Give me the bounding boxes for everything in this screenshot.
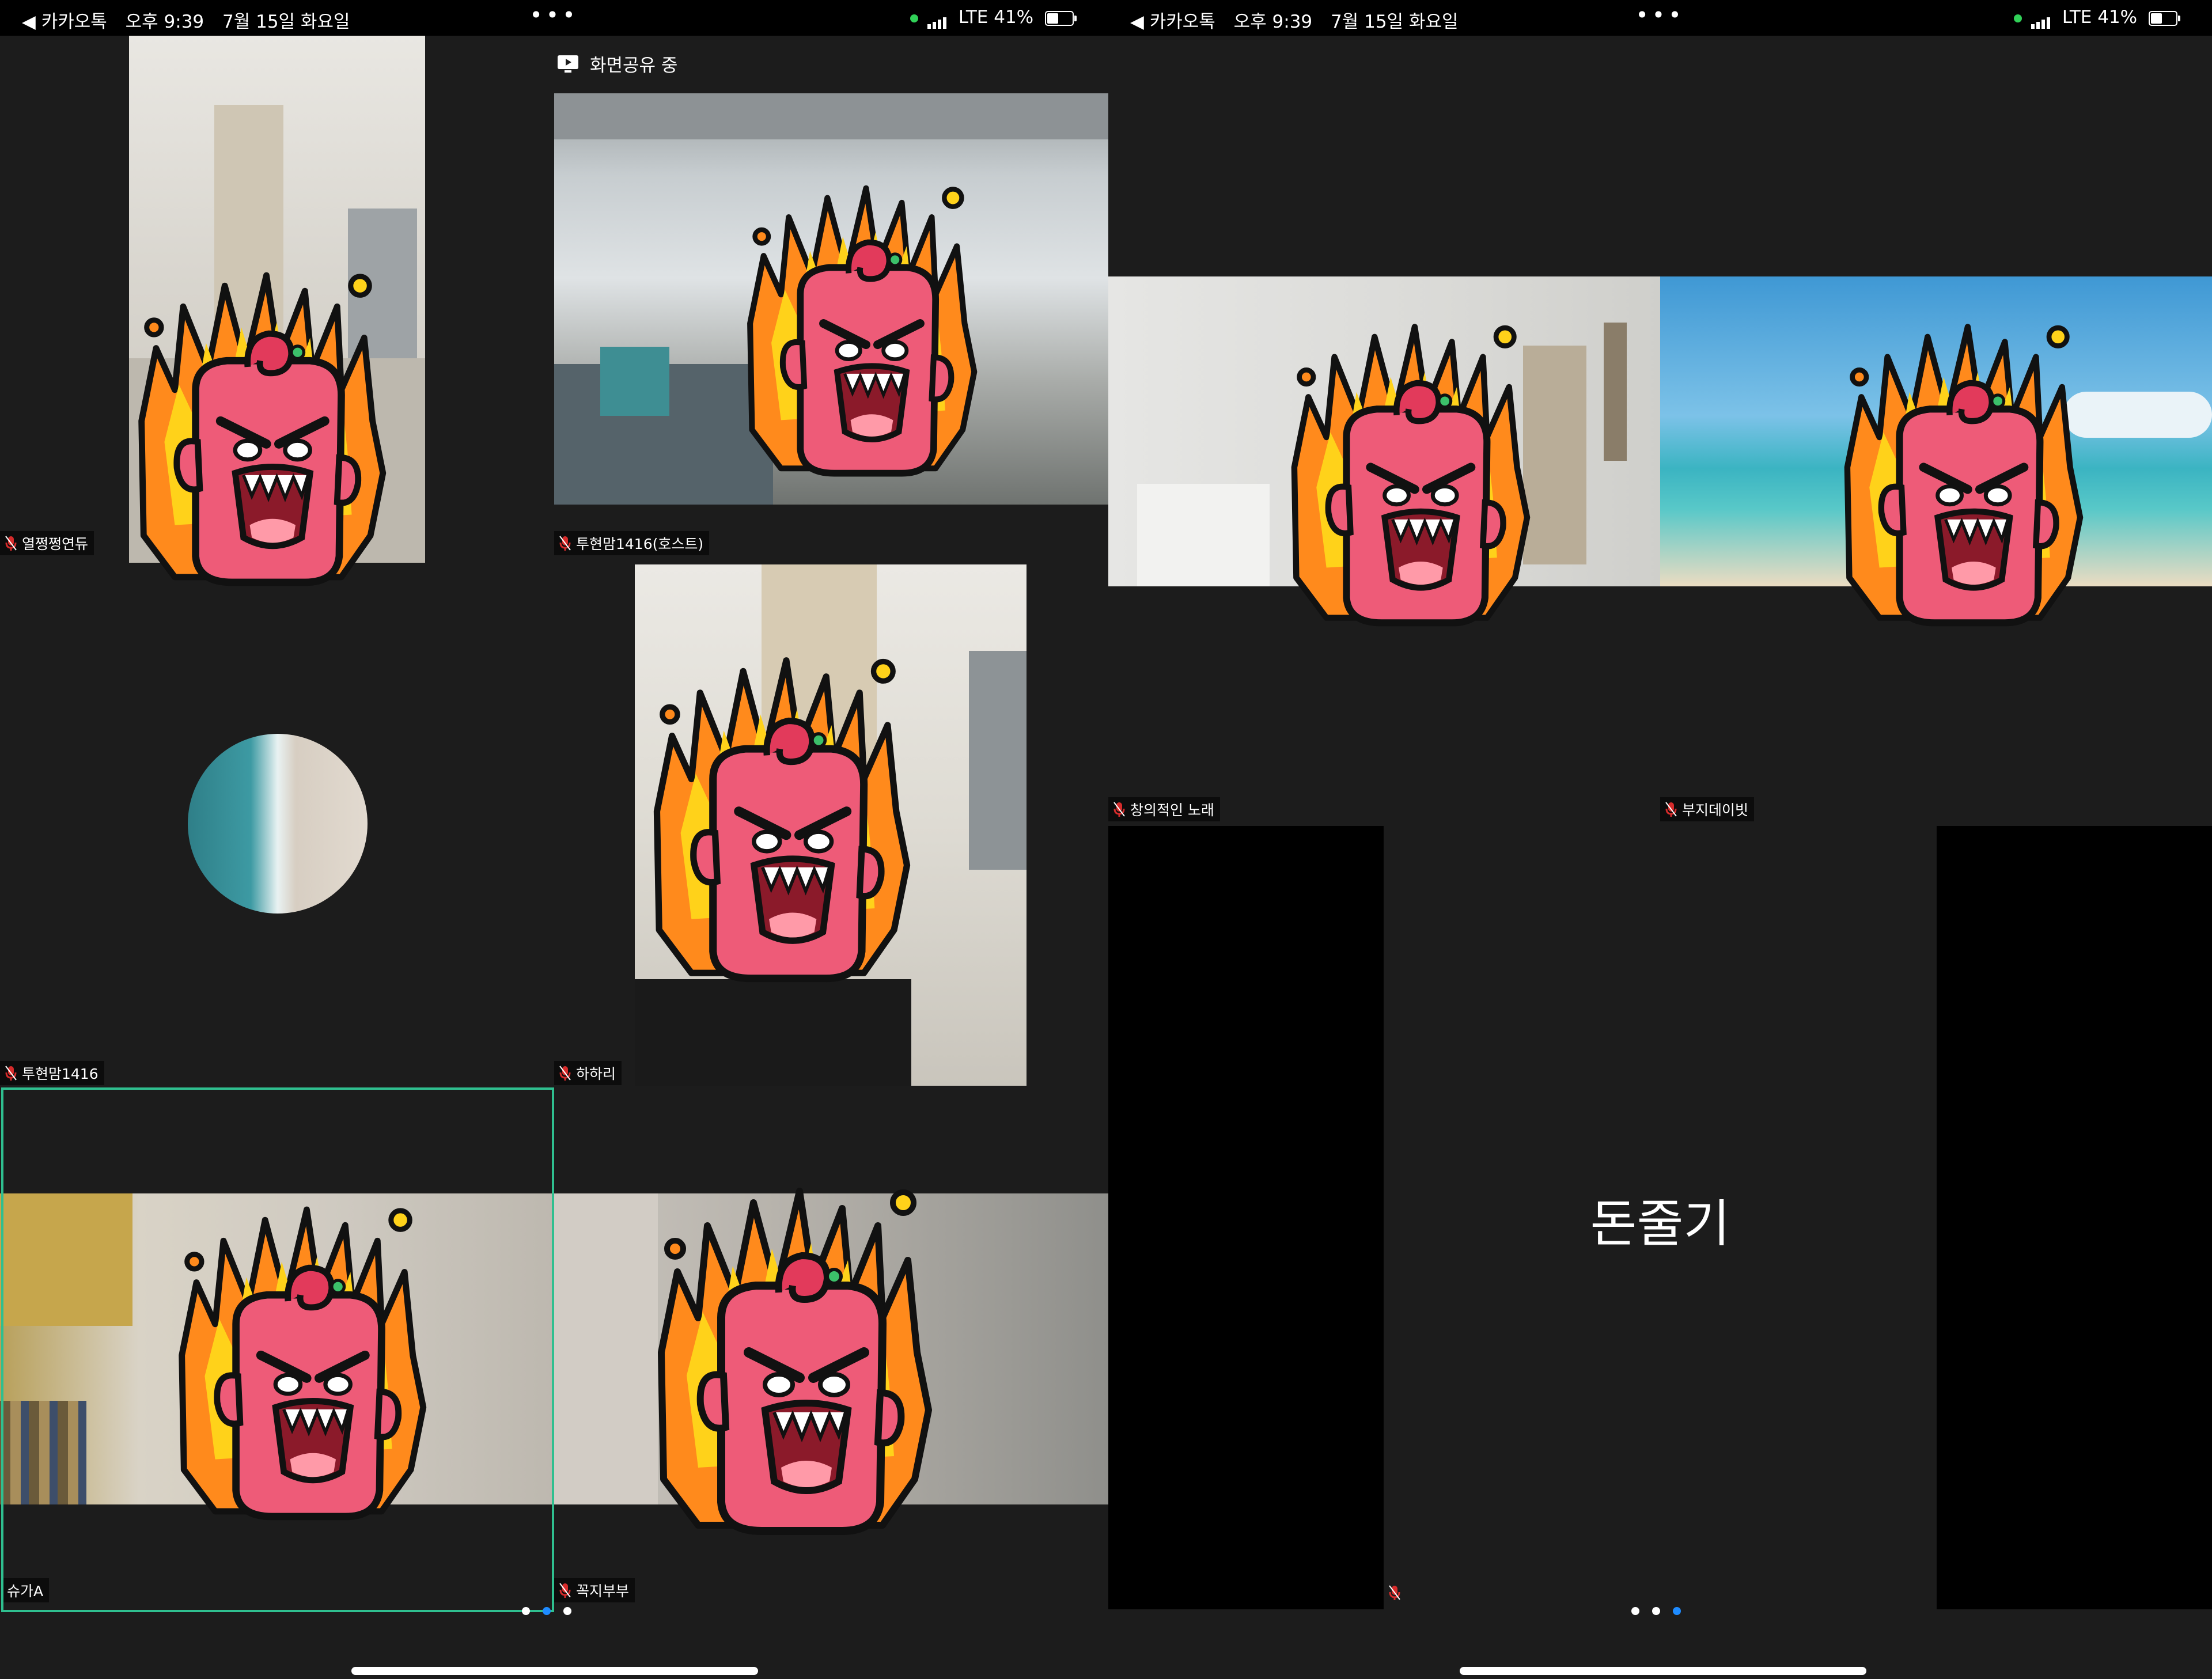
multitask-dots[interactable]: ••• (529, 2, 578, 28)
participant-tile[interactable]: 투현맘1416 (0, 564, 554, 1087)
battery-percent: 41% (2097, 7, 2138, 28)
status-time: 오후 9:39 (125, 12, 204, 32)
participant-tile[interactable]: 투현맘1416(호스트) (554, 36, 1108, 564)
screen-share-indicator[interactable]: 화면공유 중 (556, 51, 677, 77)
mic-in-use-indicator (2014, 14, 2022, 22)
page-dot[interactable] (563, 1607, 571, 1615)
participant-name-tag: 투현맘1416(호스트) (554, 531, 710, 555)
participant-name-tag: 슈가A (3, 1578, 50, 1602)
mic-muted-icon (1384, 1581, 1406, 1605)
signal-icon (927, 8, 948, 29)
participant-name: 열쩡쩡연듀 (22, 536, 89, 552)
status-bar: ◀ 카카오톡 오후 9:39 7월 15일 화요일 ••• LTE 41% (0, 0, 1108, 36)
signal-icon (2031, 8, 2052, 29)
participant-name-tag: 하하리 (554, 1061, 622, 1085)
participant-name: 슈가A (7, 1583, 44, 1600)
empty-region-right (1937, 826, 2212, 1609)
participant-tile[interactable]: 부지데이빗 (1660, 36, 2212, 826)
mic-muted-icon (0, 1061, 22, 1085)
participant-name-tag: 꼭지부부 (554, 1578, 635, 1602)
participant-name: 투현맘1416 (22, 1066, 99, 1082)
battery-icon (2149, 10, 2180, 26)
page-dot[interactable] (1631, 1607, 1639, 1615)
mic-muted-icon (554, 1578, 576, 1602)
participant-name: 부지데이빗 (1682, 802, 1749, 818)
home-indicator[interactable] (351, 1667, 758, 1675)
participant-name: 창의적인 노래 (1130, 802, 1214, 818)
page-dot-active[interactable] (1673, 1607, 1681, 1615)
participant-name-tag: 열쩡쩡연듀 (0, 531, 94, 555)
participant-name-tag: 창의적인 노래 (1108, 797, 1220, 821)
back-to-app-link[interactable]: ◀ 카카오톡 (1130, 12, 1215, 32)
active-speaker-border (1, 1087, 554, 1612)
screen-share-icon (558, 55, 578, 73)
home-indicator[interactable] (1460, 1667, 1866, 1675)
network-type: LTE (958, 7, 988, 28)
participant-tile-active-speaker[interactable]: 슈가A (0, 1087, 554, 1612)
fire-avatar-sticker (1251, 317, 1562, 628)
participant-name: 꼭지부부 (576, 1583, 630, 1600)
participant-profile-image (188, 734, 368, 914)
participant-tile[interactable]: 꼭지부부 (554, 1087, 1108, 1610)
empty-region-left (1108, 826, 1384, 1609)
screen-share-label: 화면공유 중 (590, 55, 678, 76)
participant-name-tag: 투현맘1416 (0, 1061, 104, 1085)
fire-avatar-sticker (611, 650, 945, 984)
participant-name: 하하리 (576, 1066, 616, 1082)
fire-avatar-sticker (709, 179, 1008, 478)
fire-avatar-sticker (1804, 317, 2115, 628)
page-indicator[interactable] (522, 1607, 571, 1615)
participant-tile[interactable]: 하하리 (554, 564, 1108, 1087)
status-date: 7월 15일 화요일 (1331, 12, 1459, 32)
participant-name-tag: 부지데이빗 (1660, 797, 1755, 821)
multitask-dots[interactable]: ••• (1635, 2, 1684, 28)
mic-in-use-indicator (910, 14, 919, 22)
mic-muted-icon (0, 531, 22, 555)
zoom-gallery-left: ◀ 카카오톡 오후 9:39 7월 15일 화요일 ••• LTE 41% 열쩡… (0, 0, 1108, 1679)
status-time: 오후 9:39 (1233, 12, 1313, 32)
page-indicator[interactable] (1631, 1607, 1681, 1615)
participant-tile[interactable]: 열쩡쩡연듀 (0, 36, 554, 564)
fire-avatar-sticker (612, 1180, 969, 1537)
participant-tile-video-off[interactable]: 돈줄기 (1384, 826, 1937, 1609)
mic-muted-icon (554, 1061, 576, 1085)
participant-name: 투현맘1416(호스트) (576, 536, 704, 552)
battery-percent: 41% (994, 7, 1034, 28)
mic-muted-icon (1660, 797, 1682, 821)
network-type: LTE (2062, 7, 2092, 28)
status-date: 7월 15일 화요일 (222, 12, 350, 32)
page-dot-active[interactable] (543, 1607, 551, 1615)
page-dot[interactable] (1652, 1607, 1660, 1615)
fire-avatar-sticker (97, 265, 419, 588)
mic-muted-icon (554, 531, 576, 555)
zoom-gallery-right: ◀ 카카오톡 오후 9:39 7월 15일 화요일 ••• LTE 41% 창의… (1108, 0, 2212, 1679)
battery-icon (1045, 10, 1077, 26)
participant-tile[interactable]: 창의적인 노래 (1108, 36, 1660, 826)
back-to-app-link[interactable]: ◀ 카카오톡 (22, 12, 107, 32)
participant-display-name: 돈줄기 (1590, 1194, 1730, 1253)
mic-muted-icon (1108, 797, 1130, 821)
status-bar: ◀ 카카오톡 오후 9:39 7월 15일 화요일 ••• LTE 41% (1108, 0, 2212, 36)
page-dot[interactable] (522, 1607, 530, 1615)
participant-name-tag (1384, 1581, 1411, 1605)
